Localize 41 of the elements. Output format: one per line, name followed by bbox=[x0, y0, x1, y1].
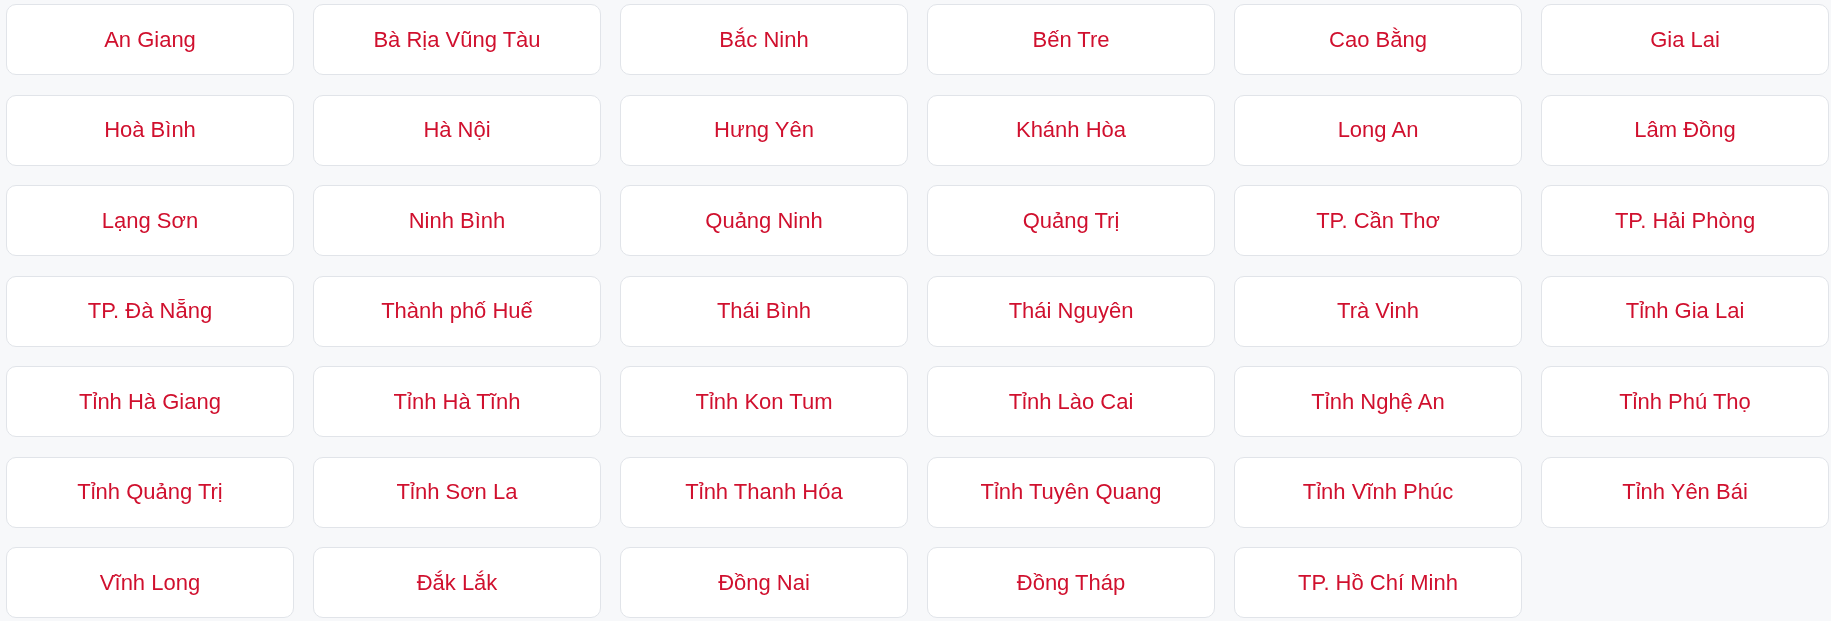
province-button[interactable]: Bến Tre bbox=[927, 4, 1215, 75]
province-button[interactable]: Thành phố Huế bbox=[313, 275, 601, 347]
province-button[interactable]: Cao Bằng bbox=[1234, 4, 1522, 75]
province-button[interactable]: Vĩnh Long bbox=[6, 547, 294, 618]
province-button[interactable]: TP. Hồ Chí Minh bbox=[1234, 547, 1522, 618]
province-button[interactable]: Tỉnh Yên Bái bbox=[1541, 456, 1829, 528]
province-button[interactable]: Tỉnh Lào Cai bbox=[927, 366, 1215, 437]
province-button[interactable]: TP. Đà Nẵng bbox=[6, 275, 294, 347]
province-button[interactable]: Tỉnh Thanh Hóa bbox=[620, 456, 908, 528]
province-button[interactable]: Tỉnh Quảng Trị bbox=[6, 456, 294, 528]
province-button[interactable]: Bà Rịa Vũng Tàu bbox=[313, 4, 601, 75]
province-button[interactable]: Đồng Tháp bbox=[927, 547, 1215, 618]
province-button[interactable]: Lạng Sơn bbox=[6, 185, 294, 256]
province-button[interactable]: Tỉnh Vĩnh Phúc bbox=[1234, 456, 1522, 528]
province-button[interactable]: Thái Bình bbox=[620, 275, 908, 347]
province-button[interactable]: Tỉnh Gia Lai bbox=[1541, 275, 1829, 347]
province-button[interactable]: Khánh Hòa bbox=[927, 94, 1215, 166]
province-button[interactable]: Quảng Ninh bbox=[620, 185, 908, 256]
province-button[interactable]: Tỉnh Tuyên Quang bbox=[927, 456, 1215, 528]
province-button[interactable]: Ninh Bình bbox=[313, 185, 601, 256]
province-button[interactable]: TP. Cần Thơ bbox=[1234, 185, 1522, 256]
province-button[interactable]: Lâm Đồng bbox=[1541, 94, 1829, 166]
province-button[interactable]: Quảng Trị bbox=[927, 185, 1215, 256]
province-button[interactable]: Đồng Nai bbox=[620, 547, 908, 618]
province-button[interactable]: Thái Nguyên bbox=[927, 275, 1215, 347]
province-button[interactable]: Trà Vinh bbox=[1234, 275, 1522, 347]
province-button[interactable]: Gia Lai bbox=[1541, 4, 1829, 75]
province-button[interactable]: Hưng Yên bbox=[620, 94, 908, 166]
province-button[interactable]: Tỉnh Phú Thọ bbox=[1541, 366, 1829, 437]
province-button[interactable]: Tỉnh Hà Tĩnh bbox=[313, 366, 601, 437]
province-button[interactable]: Bắc Ninh bbox=[620, 4, 908, 75]
province-button[interactable]: Tỉnh Sơn La bbox=[313, 456, 601, 528]
province-button[interactable]: Hoà Bình bbox=[6, 94, 294, 166]
province-button[interactable]: Đắk Lắk bbox=[313, 547, 601, 618]
province-button[interactable]: Tỉnh Nghệ An bbox=[1234, 366, 1522, 437]
province-button[interactable]: Tỉnh Hà Giang bbox=[6, 366, 294, 437]
province-button[interactable]: Hà Nội bbox=[313, 94, 601, 166]
province-button[interactable]: Tỉnh Kon Tum bbox=[620, 366, 908, 437]
province-button[interactable]: TP. Hải Phòng bbox=[1541, 185, 1829, 256]
province-button[interactable]: Long An bbox=[1234, 94, 1522, 166]
province-button[interactable]: An Giang bbox=[6, 4, 294, 75]
